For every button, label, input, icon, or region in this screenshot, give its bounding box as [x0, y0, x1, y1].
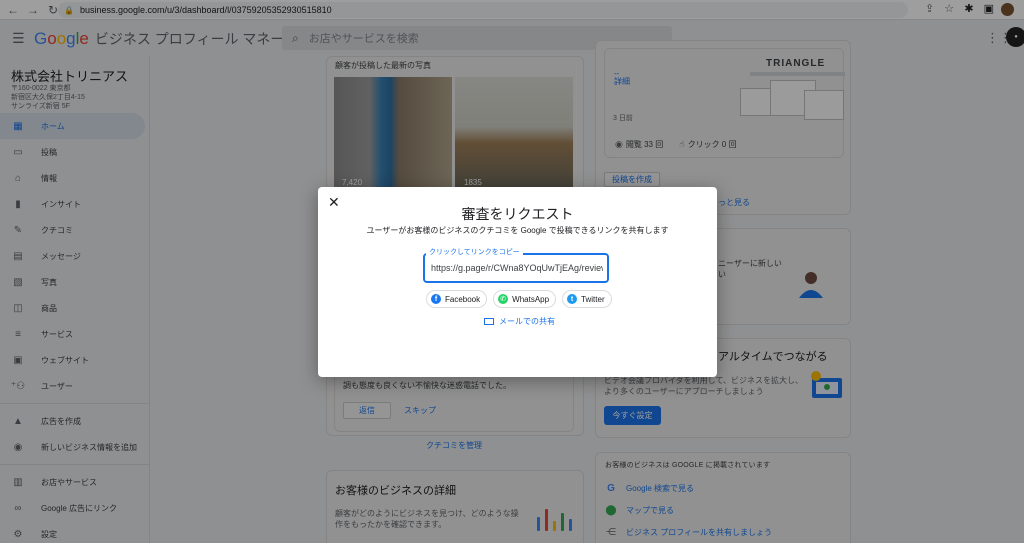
share-buttons: f Facebook ✆ WhatsApp t Twitter: [426, 290, 612, 308]
request-review-dialog: ✕ 審査をリクエスト ユーザーがお客様のビジネスのクチコミを Google で投…: [318, 187, 717, 377]
twitter-icon: t: [567, 294, 578, 304]
dialog-subtitle: ユーザーがお客様のビジネスのクチコミを Google で投稿できるリンクを共有し…: [366, 226, 669, 235]
whatsapp-icon: ✆: [498, 294, 509, 304]
share-twitter-button[interactable]: t Twitter: [562, 290, 612, 308]
dialog-title: 審査をリクエスト: [461, 206, 574, 222]
mail-icon: [484, 318, 494, 325]
share-email-link[interactable]: メールでの共有: [484, 316, 555, 327]
share-whatsapp-button[interactable]: ✆ WhatsApp: [493, 290, 557, 308]
facebook-icon: f: [431, 294, 441, 304]
share-facebook-button[interactable]: f Facebook: [426, 290, 488, 308]
copy-link-label: クリックしてリンクをコピー: [426, 247, 523, 257]
review-link-field[interactable]: [423, 253, 609, 283]
review-link-input[interactable]: [431, 260, 603, 276]
